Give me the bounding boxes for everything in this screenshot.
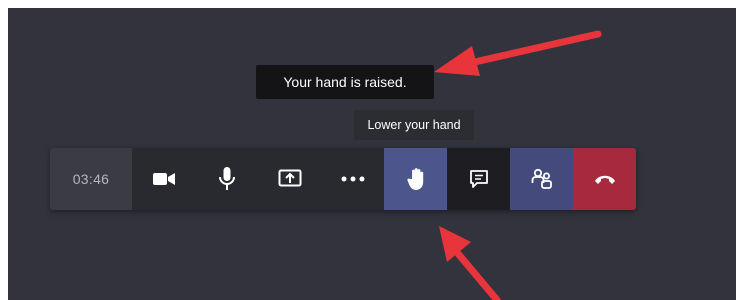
lower-hand-tooltip: Lower your hand	[354, 110, 474, 140]
microphone-button[interactable]	[195, 148, 258, 210]
chat-button[interactable]	[447, 148, 510, 210]
hang-up-button[interactable]	[573, 148, 636, 210]
raise-hand-icon	[406, 168, 423, 190]
raise-hand-button[interactable]	[384, 148, 447, 210]
participants-button[interactable]	[510, 148, 573, 210]
lower-hand-text: Lower your hand	[367, 118, 461, 132]
annotation-arrow-top	[434, 30, 602, 76]
more-options-button[interactable]	[321, 148, 384, 210]
call-timer: 03:46	[50, 148, 132, 210]
share-screen-icon	[278, 169, 301, 187]
hang-up-icon	[594, 175, 615, 184]
meeting-toolbar: 03:46	[50, 148, 636, 210]
camera-icon	[152, 173, 175, 185]
camera-button[interactable]	[132, 148, 195, 210]
participants-icon	[531, 168, 552, 189]
hand-raised-text: Your hand is raised.	[283, 74, 407, 90]
annotation-arrow-bottom	[439, 226, 501, 300]
share-screen-button[interactable]	[258, 148, 321, 210]
more-options-icon	[341, 176, 364, 182]
microphone-icon	[218, 167, 235, 190]
hand-raised-tooltip: Your hand is raised.	[256, 65, 434, 99]
chat-icon	[469, 170, 488, 188]
